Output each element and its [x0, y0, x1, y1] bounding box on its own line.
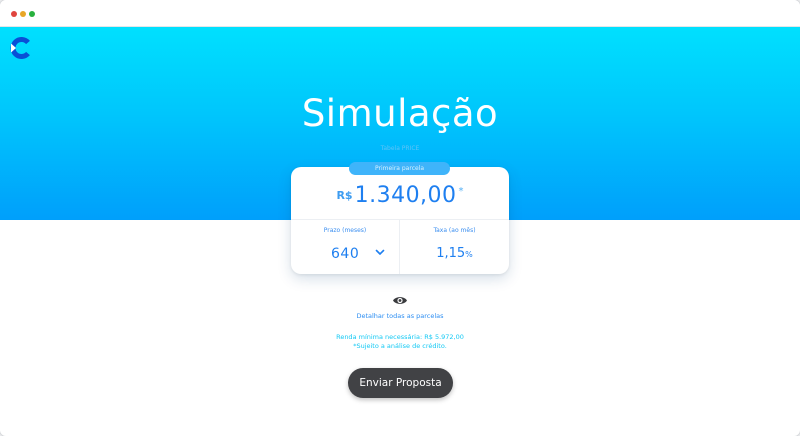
card-divider-horizontal [291, 219, 509, 220]
eye-icon[interactable] [392, 295, 408, 306]
close-window-button[interactable] [11, 11, 17, 17]
minimum-income-note: Renda mínima necessária: R$ 5.972,00 [336, 333, 464, 341]
installment-amount: R$1.340,00 * [291, 183, 509, 208]
browser-window: Simulação Tabela PRICE Primeira parcela … [0, 0, 800, 436]
taxa-number: 1,15 [436, 246, 466, 261]
prazo-label: Prazo (meses) [323, 227, 367, 234]
amount-footnote-marker: * [458, 186, 464, 197]
currency-symbol: R$ [336, 189, 353, 202]
maximize-window-button[interactable] [29, 11, 35, 17]
first-installment-badge: Primeira parcela [349, 162, 450, 175]
amount-value: 1.340,00 [354, 183, 457, 208]
taxa-value: 1,15% [400, 246, 509, 261]
taxa-unit: % [465, 250, 473, 259]
credit-analysis-note: *Sujeito a análise de crédito. [353, 342, 447, 350]
page-subtitle: Tabela PRICE [380, 145, 420, 152]
prazo-select[interactable]: 640 [331, 246, 359, 262]
brand-c-logo-icon[interactable] [9, 37, 31, 59]
detail-installments-link[interactable]: Detalhar todas as parcelas [0, 312, 800, 320]
chevron-down-icon[interactable] [375, 249, 385, 256]
send-proposal-button[interactable]: Enviar Proposta [348, 368, 453, 398]
taxa-label: Taxa (ao mês) [433, 227, 476, 234]
window-titlebar [0, 0, 800, 27]
minimize-window-button[interactable] [20, 11, 26, 17]
page-title: Simulação [301, 92, 499, 135]
